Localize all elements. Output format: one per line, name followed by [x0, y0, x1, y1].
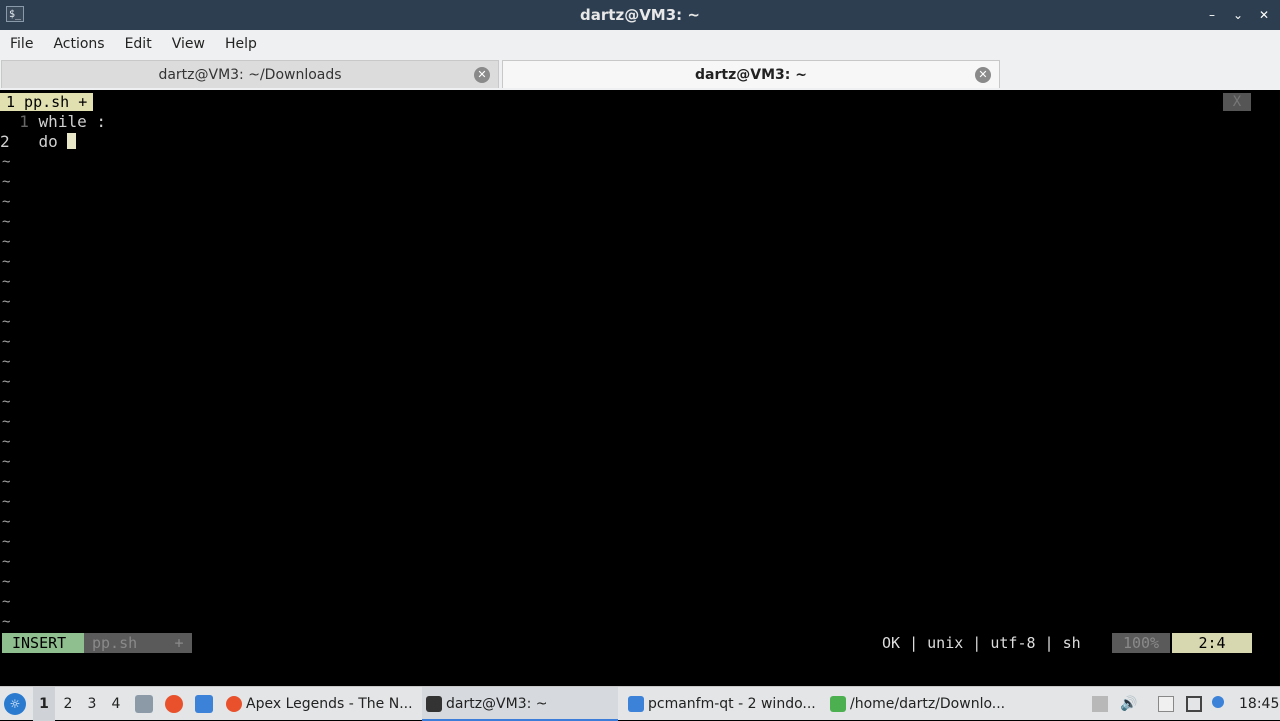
line-number: 1: [19, 112, 29, 131]
empty-line-tilde: ~: [2, 294, 11, 310]
vim-statusline: INSERT pp.sh + OK | unix | utf-8 | sh 10…: [0, 633, 1280, 653]
empty-line-tilde: ~: [2, 454, 11, 470]
empty-line-tilde: ~: [2, 494, 11, 510]
empty-line-tilde: ~: [2, 554, 11, 570]
firefox-icon[interactable]: [165, 695, 183, 713]
tray-expand-icon[interactable]: [1092, 696, 1108, 712]
menu-file[interactable]: File: [0, 36, 43, 52]
task-label: /home/dartz/Downlo...: [850, 696, 1006, 712]
close-tab-icon[interactable]: ✕: [975, 67, 991, 83]
display-icon[interactable]: [1186, 696, 1202, 712]
line-text: while :: [38, 112, 106, 131]
task-terminal[interactable]: dartz@VM3: ~: [422, 687, 618, 721]
empty-line-tilde: ~: [2, 194, 11, 210]
notification-icon[interactable]: [1212, 696, 1224, 708]
empty-line-tilde: ~: [2, 154, 11, 170]
empty-line-tilde: ~: [2, 474, 11, 490]
empty-line-tilde: ~: [2, 254, 11, 270]
minimize-button[interactable]: –: [1206, 8, 1218, 22]
folder-icon: [628, 696, 644, 712]
status-filename: pp.sh: [84, 633, 166, 653]
clock[interactable]: 18:45: [1239, 687, 1279, 721]
desktop-icon[interactable]: [195, 695, 213, 713]
terminal-tabs: dartz@VM3: ~/Downloads ✕ dartz@VM3: ~ ✕: [0, 58, 1280, 90]
empty-line-tilde: ~: [2, 414, 11, 430]
tab-downloads[interactable]: dartz@VM3: ~/Downloads ✕: [1, 60, 499, 88]
line-number: 2: [0, 132, 10, 151]
terminal-area[interactable]: 1 pp.sh + X 1 while : 2 do ~ ~ ~ ~ ~ ~ ~ ~ ~ ~ ~ ~ ~…: [0, 90, 1280, 686]
vim-tabline[interactable]: 1 pp.sh +: [0, 93, 94, 111]
vim-tab-close[interactable]: X: [1223, 93, 1251, 111]
task-text-editor[interactable]: /home/dartz/Downlo...: [826, 687, 1022, 721]
menu-help[interactable]: Help: [215, 36, 267, 52]
text-editor-icon: [830, 696, 846, 712]
mode-indicator: INSERT: [2, 633, 84, 653]
code-line: 1 while :: [0, 112, 106, 132]
task-label: Apex Legends - The N...: [246, 696, 413, 712]
status-file-info: OK | unix | utf-8 | sh: [882, 634, 1081, 652]
empty-line-tilde: ~: [2, 534, 11, 550]
empty-line-tilde: ~: [2, 594, 11, 610]
empty-line-tilde: ~: [2, 274, 11, 290]
task-apex-legends[interactable]: Apex Legends - The N...: [222, 687, 418, 721]
empty-line-tilde: ~: [2, 374, 11, 390]
menu-view[interactable]: View: [162, 36, 215, 52]
file-manager-icon[interactable]: [135, 695, 153, 713]
empty-line-tilde: ~: [2, 614, 11, 630]
code-line: 2 do: [0, 132, 77, 152]
empty-line-tilde: ~: [2, 174, 11, 190]
tab-home[interactable]: dartz@VM3: ~ ✕: [502, 60, 1000, 88]
menu-bar: File Actions Edit View Help: [0, 30, 1280, 58]
empty-line-tilde: ~: [2, 514, 11, 530]
tab-label: dartz@VM3: ~: [695, 67, 807, 83]
task-label: dartz@VM3: ~: [446, 696, 548, 712]
workspace-2[interactable]: 2: [57, 687, 79, 721]
tab-label: dartz@VM3: ~/Downloads: [158, 67, 342, 83]
maximize-button[interactable]: ⌄: [1232, 8, 1244, 22]
empty-line-tilde: ~: [2, 394, 11, 410]
menu-edit[interactable]: Edit: [115, 36, 162, 52]
start-menu-icon[interactable]: ☼: [4, 693, 26, 715]
line-text: do: [38, 132, 58, 151]
close-tab-icon[interactable]: ✕: [474, 67, 490, 83]
taskbar: ☼ 1 2 3 4 Apex Legends - The N... dartz@…: [0, 686, 1280, 721]
empty-line-tilde: ~: [2, 334, 11, 350]
volume-icon[interactable]: 🔊: [1120, 696, 1137, 712]
window-title: dartz@VM3: ~: [580, 6, 700, 24]
status-cursor-position: 2:4: [1172, 633, 1252, 653]
text-cursor: [67, 133, 77, 149]
menu-actions[interactable]: Actions: [43, 36, 114, 52]
empty-line-tilde: ~: [2, 574, 11, 590]
workspace-4[interactable]: 4: [105, 687, 127, 721]
status-modified: +: [166, 633, 192, 653]
empty-line-tilde: ~: [2, 434, 11, 450]
workspace-1[interactable]: 1: [33, 687, 55, 721]
task-pcmanfm[interactable]: pcmanfm-qt - 2 windo...: [624, 687, 820, 721]
empty-line-tilde: ~: [2, 234, 11, 250]
workspace-3[interactable]: 3: [81, 687, 103, 721]
window-titlebar: $_ dartz@VM3: ~ – ⌄ ✕: [0, 0, 1280, 30]
task-label: pcmanfm-qt - 2 windo...: [648, 696, 816, 712]
empty-line-tilde: ~: [2, 314, 11, 330]
clipboard-icon[interactable]: [1158, 696, 1174, 712]
empty-line-tilde: ~: [2, 354, 11, 370]
firefox-icon: [226, 696, 242, 712]
terminal-icon: [426, 696, 442, 712]
status-percent: 100%: [1112, 633, 1170, 653]
close-window-button[interactable]: ✕: [1258, 8, 1270, 22]
empty-line-tilde: ~: [2, 214, 11, 230]
